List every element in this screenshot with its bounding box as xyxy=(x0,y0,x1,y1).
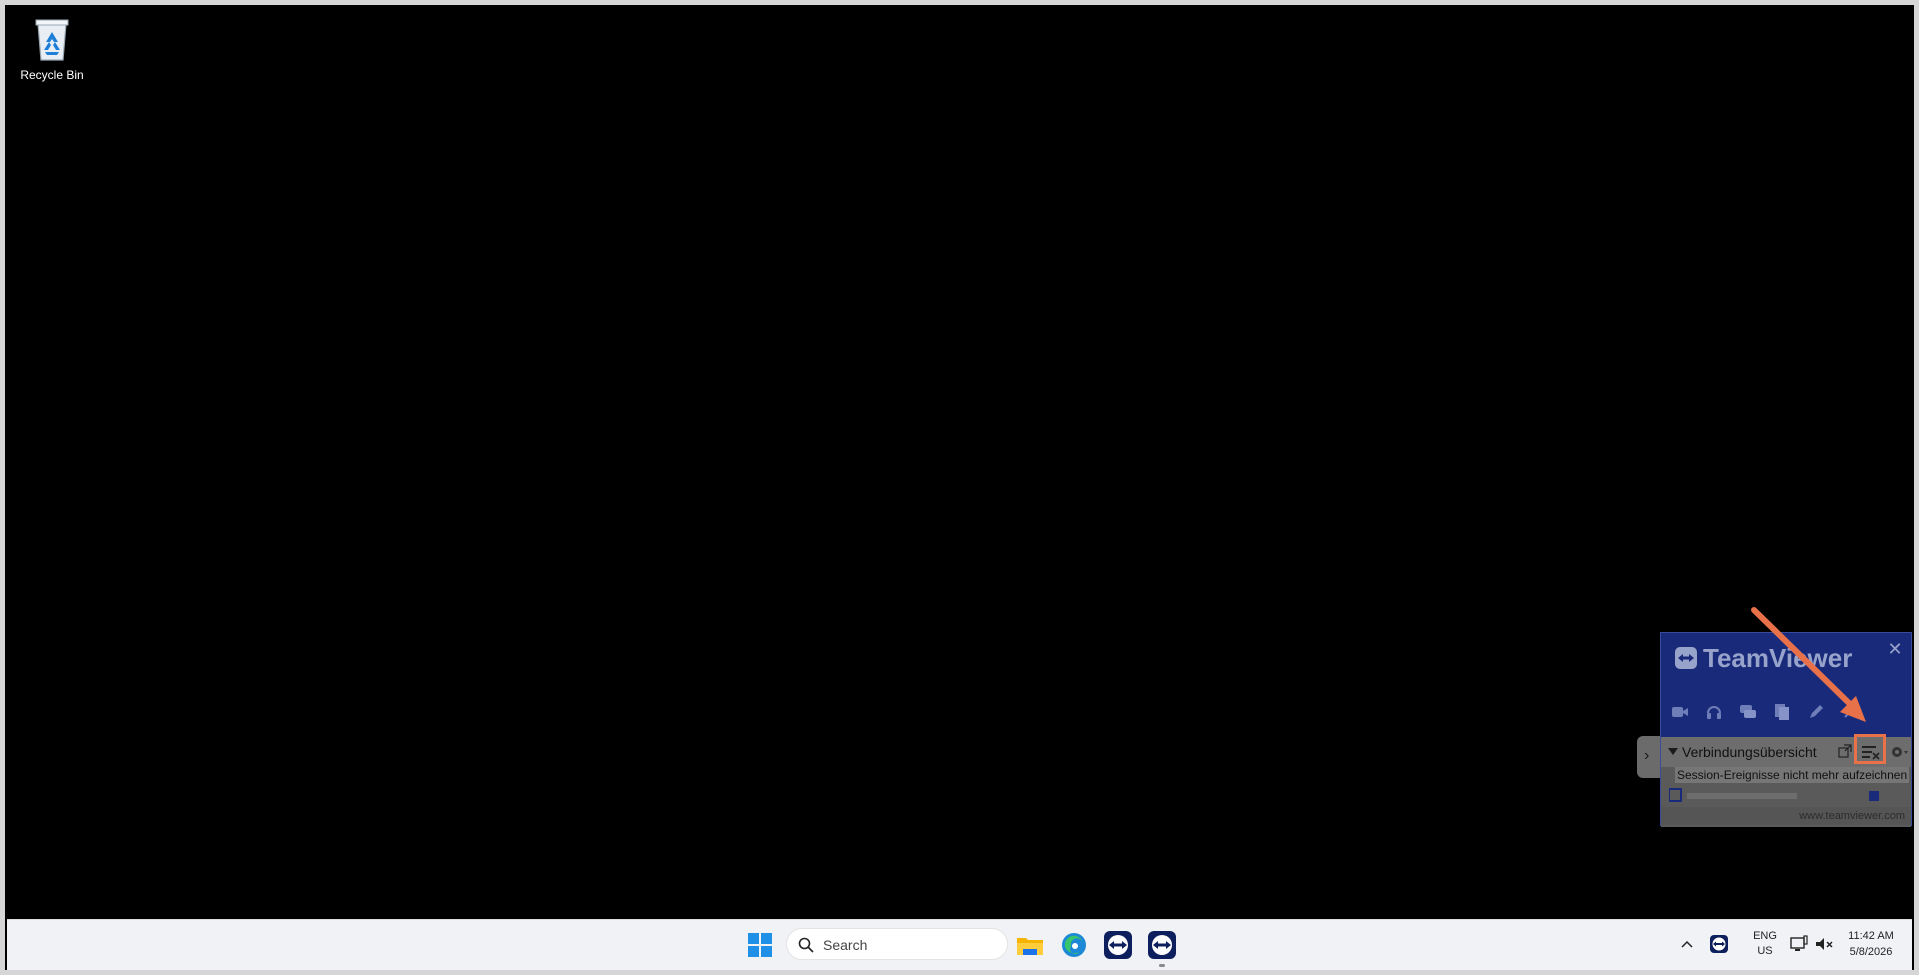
gear-icon[interactable] xyxy=(1889,742,1909,762)
network-icon[interactable] xyxy=(1789,934,1809,954)
folder-icon xyxy=(1017,938,1043,955)
recycle-bin-icon xyxy=(30,14,74,64)
system-clock[interactable]: 11:42 AM 5/8/2026 xyxy=(1840,928,1902,960)
teamviewer-icon xyxy=(1148,931,1176,959)
keyboard-layout: US xyxy=(1757,945,1773,957)
chevron-right-icon: › xyxy=(1644,747,1650,764)
file-explorer-taskbar-button[interactable] xyxy=(1015,930,1045,960)
clock-time: 11:42 AM xyxy=(1848,930,1894,942)
edge-icon xyxy=(1062,933,1086,957)
teamviewer-logo-icon xyxy=(1675,647,1697,669)
teamviewer-icon xyxy=(1104,931,1132,959)
language-code: ENG xyxy=(1753,930,1777,942)
search-icon xyxy=(798,937,814,953)
volume-muted-icon[interactable] xyxy=(1814,934,1834,954)
show-hidden-icons-chevron-up-icon[interactable] xyxy=(1679,936,1695,952)
collapse-triangle-icon[interactable] xyxy=(1668,748,1678,755)
file-transfer-icon[interactable] xyxy=(1771,701,1793,723)
taskbar-search-box[interactable]: Search xyxy=(786,928,1008,960)
edge-taskbar-button[interactable] xyxy=(1059,930,1089,960)
desktop-icon-label: Recycle Bin xyxy=(20,68,84,82)
connection-overview-title: Verbindungsübersicht xyxy=(1682,744,1817,760)
taskbar: Search ENG US 11:42 AM 5/8/2026 xyxy=(7,919,1912,970)
close-icon[interactable]: ✕ xyxy=(1885,639,1905,659)
close-x-icon[interactable] xyxy=(1839,701,1861,723)
teamviewer-expand-tab[interactable]: › xyxy=(1637,736,1661,778)
record-events-tooltip: Session-Ereignisse nicht mehr aufzeichne… xyxy=(1675,767,1910,783)
active-app-indicator xyxy=(1159,964,1165,967)
chat-icon[interactable] xyxy=(1737,701,1759,723)
teamviewer-tray-icon[interactable] xyxy=(1709,934,1729,954)
desktop[interactable]: Recycle Bin › TeamViewer ✕ Verbindungsüb… xyxy=(7,6,1912,919)
search-placeholder: Search xyxy=(823,937,868,953)
teamviewer-panel: TeamViewer ✕ Verbindungsübersicht Sessio… xyxy=(1660,632,1912,827)
teamviewer-taskbar-button-2[interactable] xyxy=(1147,930,1177,960)
language-indicator[interactable]: ENG US xyxy=(1747,929,1783,959)
teamviewer-title: TeamViewer xyxy=(1703,643,1853,673)
desktop-icon-recycle-bin[interactable]: Recycle Bin xyxy=(17,14,87,82)
teamviewer-footer-link[interactable]: www.teamviewer.com xyxy=(1661,807,1911,825)
windows-start-icon[interactable] xyxy=(747,932,773,958)
teamviewer-toolbar xyxy=(1669,699,1909,725)
record-events-icon[interactable] xyxy=(1858,741,1882,763)
pen-icon[interactable] xyxy=(1805,701,1827,723)
headset-icon[interactable] xyxy=(1703,701,1725,723)
popout-icon[interactable] xyxy=(1838,744,1852,758)
teamviewer-header: TeamViewer ✕ xyxy=(1661,633,1911,681)
session-row[interactable] xyxy=(1668,787,1905,805)
clock-date: 5/8/2026 xyxy=(1849,946,1893,958)
connection-overview-header[interactable]: Verbindungsübersicht xyxy=(1661,737,1911,767)
teamviewer-taskbar-button-1[interactable] xyxy=(1103,930,1133,960)
video-icon[interactable] xyxy=(1669,701,1691,723)
